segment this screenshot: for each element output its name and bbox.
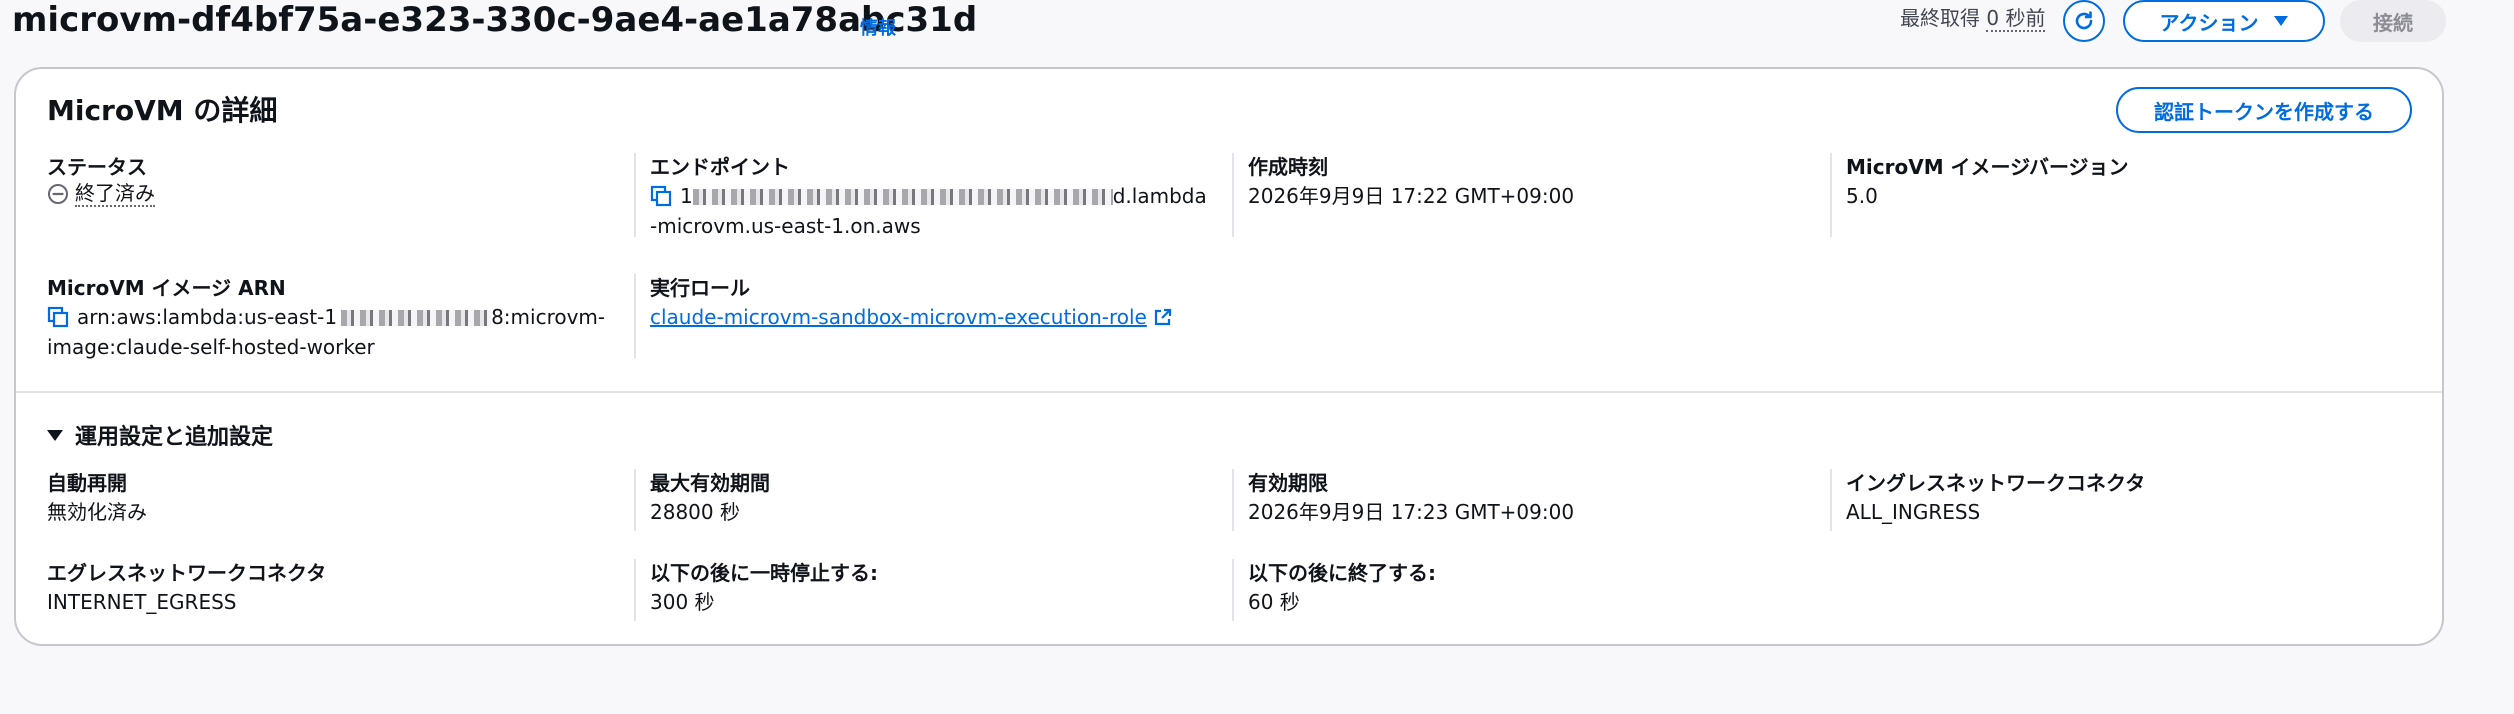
- refresh-button[interactable]: [2063, 0, 2105, 42]
- auto-resume-label: 自動再開: [47, 471, 127, 495]
- expiration-value: 2026年9月9日 17:23 GMT+09:00: [1248, 500, 1575, 524]
- image-arn-value: arn:aws:lambda:us-east-1 8:microvm-image:…: [47, 302, 607, 362]
- max-lifetime-value: 28800 秒: [650, 500, 740, 524]
- terminate-after-field: 以下の後に終了する: 60 秒: [1232, 559, 1808, 621]
- status-value: 終了済み: [47, 181, 607, 207]
- status-text: 終了済み: [75, 181, 155, 207]
- page-header: microvm-df4bf75a-e323-330c-9ae4-ae1a78ab…: [0, 0, 2514, 50]
- execution-role-value: claude-microvm-sandbox-microvm-execution…: [650, 302, 1210, 332]
- create-token-button[interactable]: 認証トークンを作成する: [2116, 87, 2412, 133]
- expiration-label: 有効期限: [1248, 471, 1328, 495]
- pause-after-field: 以下の後に一時停止する: 300 秒: [634, 559, 1210, 621]
- pause-after-label: 以下の後に一時停止する:: [650, 561, 878, 585]
- endpoint-value-prefix: 1: [680, 184, 693, 208]
- egress-connector-label: エグレスネットワークコネクタ: [47, 561, 327, 585]
- endpoint-field: エンドポイント 1 d.lambda-microvm.us-east-1.on.a…: [634, 153, 1210, 238]
- max-lifetime-field: 最大有効期間 28800 秒: [634, 469, 1210, 531]
- image-version-value: 5.0: [1846, 184, 1878, 208]
- created-at-label: 作成時刻: [1248, 155, 1328, 179]
- caret-down-icon: [2273, 16, 2288, 26]
- connect-button[interactable]: 接続: [2340, 0, 2446, 42]
- actions-button[interactable]: アクション: [2123, 0, 2325, 42]
- terminate-after-label: 以下の後に終了する:: [1248, 561, 1436, 585]
- auto-resume-value: 無効化済み: [47, 500, 147, 524]
- image-arn-value-prefix: arn:aws:lambda:us-east-1: [77, 305, 338, 329]
- redacted-region: [341, 310, 492, 326]
- status-label: ステータス: [47, 155, 147, 179]
- expiration-field: 有効期限 2026年9月9日 17:23 GMT+09:00: [1232, 469, 1808, 531]
- info-link[interactable]: 情報: [860, 14, 896, 40]
- actions-label: アクション: [2159, 10, 2259, 35]
- created-at-value: 2026年9月9日 17:22 GMT+09:00: [1248, 184, 1575, 208]
- terminate-after-value: 60 秒: [1248, 590, 1300, 614]
- copy-icon[interactable]: [47, 306, 69, 328]
- last-fetched-value: 0 秒前: [1986, 6, 2046, 32]
- endpoint-label: エンドポイント: [650, 155, 790, 179]
- page-title: microvm-df4bf75a-e323-330c-9ae4-ae1a78ab…: [12, 0, 978, 40]
- expand-caret-icon: [47, 429, 63, 441]
- microvm-details-card: MicroVM の詳細 認証トークンを作成する ステータス 終了済み エンドポイ…: [14, 67, 2444, 646]
- image-version-label: MicroVM イメージバージョン: [1846, 155, 2129, 179]
- auto-resume-field: 自動再開 無効化済み: [47, 469, 607, 527]
- image-version-field: MicroVM イメージバージョン 5.0: [1830, 153, 2406, 237]
- endpoint-value: 1 d.lambda-microvm.us-east-1.on.aws: [650, 181, 1210, 241]
- ingress-connector-value: ALL_INGRESS: [1846, 500, 1981, 524]
- last-fetched: 最終取得 0 秒前: [1900, 2, 2046, 32]
- pause-after-value: 300 秒: [650, 590, 715, 614]
- image-arn-field: MicroVM イメージ ARN arn:aws:lambda:us-east-…: [47, 274, 607, 362]
- egress-connector-field: エグレスネットワークコネクタ INTERNET_EGRESS: [47, 559, 607, 617]
- created-at-field: 作成時刻 2026年9月9日 17:22 GMT+09:00: [1232, 153, 1808, 237]
- execution-role-label: 実行ロール: [650, 276, 750, 300]
- image-arn-label: MicroVM イメージ ARN: [47, 276, 286, 300]
- execution-role-field: 実行ロール claude-microvm-sandbox-microvm-exe…: [634, 274, 1210, 358]
- last-fetched-label: 最終取得: [1900, 6, 1980, 30]
- refresh-icon: [2075, 11, 2093, 30]
- execution-role-link[interactable]: claude-microvm-sandbox-microvm-execution…: [650, 305, 1147, 329]
- copy-icon[interactable]: [650, 185, 672, 207]
- ingress-connector-field: イングレスネットワークコネクタ ALL_INGRESS: [1830, 469, 2406, 531]
- stopped-status-icon: [48, 184, 68, 204]
- operational-settings-title: 運用設定と追加設定: [75, 425, 274, 450]
- max-lifetime-label: 最大有効期間: [650, 471, 770, 495]
- redacted-region: [692, 189, 1113, 205]
- section-divider: [16, 391, 2442, 393]
- external-link-icon[interactable]: [1153, 307, 1173, 327]
- operational-settings-toggle[interactable]: 運用設定と追加設定: [47, 419, 273, 451]
- status-field: ステータス 終了済み: [47, 153, 607, 207]
- card-title: MicroVM の詳細: [47, 94, 278, 127]
- ingress-connector-label: イングレスネットワークコネクタ: [1846, 471, 2146, 495]
- egress-connector-value: INTERNET_EGRESS: [47, 590, 237, 614]
